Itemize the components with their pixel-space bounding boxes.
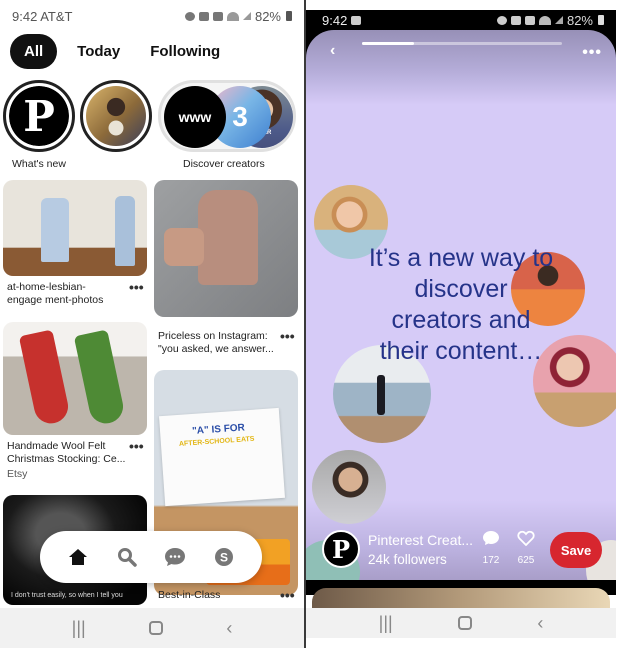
tab-all[interactable]: All <box>10 34 58 69</box>
story-card[interactable]: ‹ ••• It’s a new way to discover creator… <box>306 30 616 580</box>
status-bar: 9:42 82% <box>306 10 616 30</box>
mute-icon <box>510 15 521 25</box>
recent-apps-button[interactable]: ||| <box>72 618 86 639</box>
pin-image[interactable] <box>3 180 147 276</box>
pinterest-logo-icon: P <box>9 86 69 146</box>
next-story-preview <box>312 588 610 608</box>
pin-title[interactable]: at-home-lesbian-engage ment-photos <box>7 281 117 307</box>
status-icons: 82% <box>496 12 604 28</box>
story-discover-creators[interactable]: www 3 BLOGGER <box>158 80 296 152</box>
gallery-icon <box>350 15 361 25</box>
lock-icon <box>212 11 223 21</box>
search-icon[interactable] <box>115 545 139 569</box>
creator-bar: P Pinterest Creat... 24k followers 172 6… <box>306 518 616 568</box>
creator-followers: 24k followers <box>368 552 447 567</box>
story-ring <box>80 80 152 152</box>
recent-apps-button[interactable]: ||| <box>379 613 393 634</box>
back-chevron-icon[interactable]: ‹ <box>330 42 335 60</box>
pin-image[interactable] <box>154 180 298 317</box>
story-label-whats-new: What's new <box>12 158 66 170</box>
pin-image-caption: I don't trust easily, so when I tell you <box>11 592 123 599</box>
save-button[interactable]: Save <box>550 532 602 568</box>
story-profile[interactable] <box>80 80 152 152</box>
feed-tabs: All Today Following <box>10 34 230 69</box>
wifi-icon <box>226 11 239 21</box>
story-progress-bar <box>362 42 562 45</box>
story-ring: P <box>3 80 75 152</box>
battery-icon <box>286 11 292 21</box>
bottom-nav: S <box>40 531 262 583</box>
back-button[interactable]: ‹ <box>226 618 232 639</box>
story-screen: 9:42 82% ‹ ••• It’s a new way to discove… <box>306 0 622 648</box>
battery-percent: 82% <box>566 12 593 28</box>
pin-image[interactable] <box>3 322 147 435</box>
battery-percent: 82% <box>254 8 281 24</box>
alarm-icon <box>496 15 507 25</box>
home-button[interactable] <box>149 621 163 635</box>
alarm-icon <box>184 11 195 21</box>
pin-title[interactable]: Priceless on Instagram: "you asked, we a… <box>158 330 278 356</box>
status-icons: 82% <box>184 8 292 24</box>
story-whats-new[interactable]: P <box>3 80 75 152</box>
profile-photo <box>86 86 146 146</box>
home-feed-screen: 9:42 AT&T 82% All Today Following P What… <box>0 0 304 648</box>
more-options-icon[interactable]: ••• <box>280 587 295 603</box>
back-button[interactable]: ‹ <box>537 613 543 634</box>
pinterest-logo-icon[interactable]: P <box>322 530 360 568</box>
stories-row: P What's new www 3 BLOGGER Discover crea… <box>3 80 303 170</box>
creator-name[interactable]: Pinterest Creat... <box>368 532 473 548</box>
system-nav-bar: ||| ‹ <box>306 608 616 638</box>
more-options-icon[interactable]: ••• <box>129 438 144 454</box>
wifi-icon <box>538 15 551 25</box>
pin-title[interactable]: Handmade Wool Felt Christmas Stocking: C… <box>7 440 127 466</box>
comment-icon <box>483 531 499 545</box>
pin-title[interactable]: Best-in-Class <box>158 589 220 602</box>
status-time: 9:42 <box>322 13 361 28</box>
like-count: 625 <box>517 555 535 566</box>
pin-source: Etsy <box>7 468 28 480</box>
comments-button[interactable]: 172 <box>476 530 506 566</box>
battery-icon <box>598 15 604 25</box>
signal-icon <box>554 16 563 24</box>
www-badge: www <box>164 86 226 148</box>
like-button[interactable]: 625 <box>511 530 541 566</box>
heart-icon <box>517 530 535 547</box>
status-bar: 9:42 AT&T 82% <box>0 0 304 32</box>
more-options-icon[interactable]: ••• <box>582 44 602 62</box>
status-time-carrier: 9:42 AT&T <box>12 8 73 24</box>
comment-count: 172 <box>482 555 500 566</box>
home-icon[interactable] <box>66 545 90 569</box>
creator-bubble <box>312 450 386 524</box>
story-progress-fill <box>362 42 414 45</box>
profile-icon[interactable]: S <box>212 545 236 569</box>
tab-following[interactable]: Following <box>140 35 230 68</box>
story-label-discover: Discover creators <box>183 158 265 170</box>
system-nav-bar: ||| ‹ <box>0 608 304 648</box>
story-headline: It’s a new way to discover creators and … <box>368 244 554 365</box>
more-options-icon[interactable]: ••• <box>280 328 295 344</box>
lock-icon <box>524 15 535 25</box>
home-button[interactable] <box>458 616 472 630</box>
messages-icon[interactable] <box>163 545 187 569</box>
mute-icon <box>198 11 209 21</box>
tab-today[interactable]: Today <box>67 35 130 68</box>
more-options-icon[interactable]: ••• <box>129 279 144 295</box>
signal-icon <box>242 12 251 20</box>
svg-text:S: S <box>220 551 228 565</box>
